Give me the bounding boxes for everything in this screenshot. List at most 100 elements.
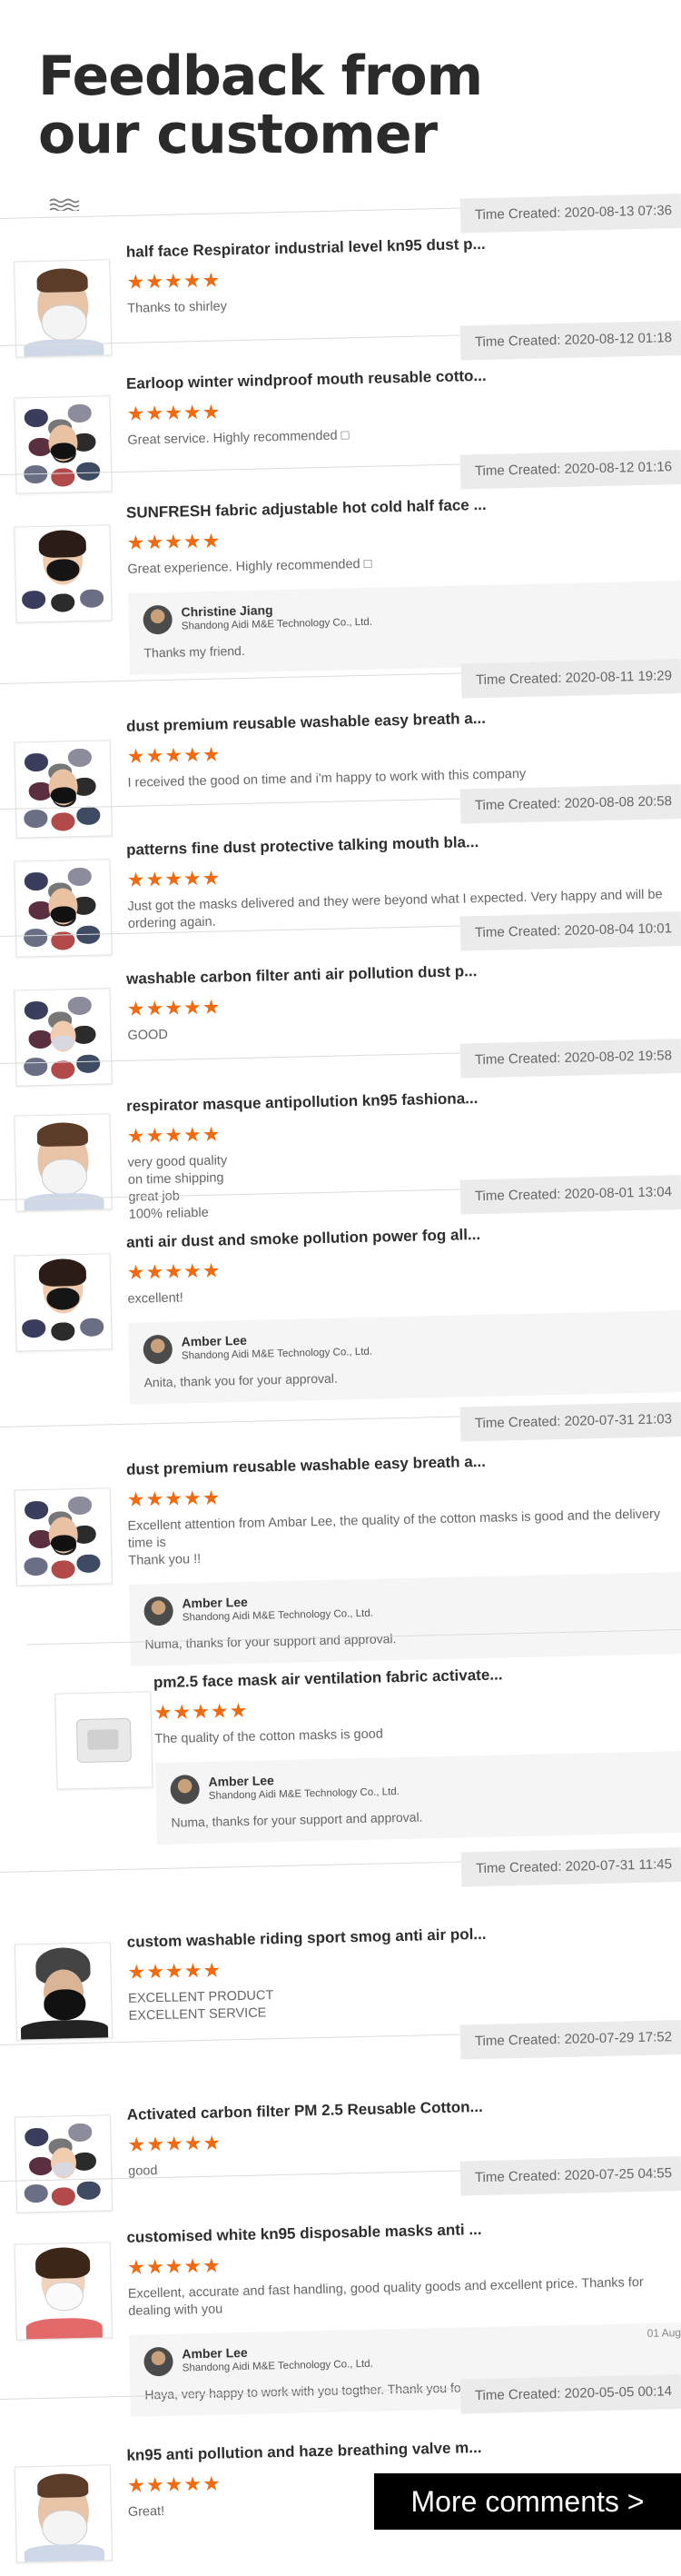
time-created-badge: Time Created: 2020-08-12 01:16	[459, 449, 681, 490]
star-icon: ★	[164, 1487, 184, 1510]
mask-item	[68, 2123, 93, 2143]
star-icon: ★	[202, 1486, 222, 1509]
star-icon: ★	[153, 1700, 173, 1725]
product-title-link[interactable]: Earloop winter windproof mouth reusable …	[126, 362, 681, 394]
product-title-link[interactable]: patterns fine dust protective talking mo…	[126, 828, 681, 860]
feedback-content: anti air dust and smoke pollution power …	[126, 1220, 681, 1405]
product-title-link[interactable]: SUNFRESH fabric adjustable hot cold half…	[126, 491, 681, 523]
star-rating: ★★★★★	[127, 2122, 681, 2155]
feedback-card: Time Created: 2020-08-12 01:16 SUNFRESH …	[0, 449, 681, 683]
product-title-link[interactable]: anti air dust and smoke pollution power …	[126, 1220, 681, 1253]
review-comment: EXCELLENT PRODUCT EXCELLENT SERVICE	[128, 1988, 274, 2024]
star-icon: ★	[164, 2472, 184, 2496]
star-icon: ★	[183, 2253, 203, 2278]
mask-item	[24, 752, 49, 772]
time-created-badge: Time Created: 2020-08-08 20:58	[459, 783, 681, 824]
mask-item	[24, 1557, 48, 1576]
avatar	[143, 1596, 174, 1626]
time-created-badge: Time Created: 2020-08-04 10:01	[459, 910, 681, 951]
product-thumbnail[interactable]	[54, 1691, 153, 1790]
product-thumbnail[interactable]	[14, 524, 113, 623]
feedback-content: Earloop winter windproof mouth reusable …	[126, 362, 681, 450]
review-comment: Great service. Highly recommended □	[127, 428, 350, 448]
filter-pad-layer	[87, 1729, 119, 1750]
product-title-link[interactable]: dust premium reusable washable easy brea…	[126, 704, 681, 737]
product-title-link[interactable]: half face Respirator industrial level kn…	[126, 230, 681, 263]
review-comment: The quality of the cotton masks is good	[154, 1726, 384, 1747]
star-icon: ★	[145, 743, 165, 768]
reply-text: Anita, thank you for your approval.	[143, 1370, 338, 1390]
mask-item	[43, 1988, 86, 2021]
mask-item	[41, 1158, 88, 1196]
star-icon: ★	[164, 743, 184, 767]
mask-item	[79, 1318, 104, 1338]
product-title-link[interactable]: custom washable riding sport smog anti a…	[127, 1920, 681, 1953]
star-icon: ★	[145, 1959, 166, 1984]
star-icon: ★	[202, 866, 222, 890]
mask-item	[28, 1029, 53, 1049]
star-icon: ★	[145, 1259, 165, 1284]
star-rating: ★★★★★	[127, 986, 681, 1019]
product-title-link[interactable]: respirator masque antipollution kn95 fas…	[126, 1084, 681, 1117]
mask-item	[24, 871, 49, 891]
star-icon: ★	[126, 744, 146, 768]
model-shirt	[24, 2543, 105, 2563]
reply-date: 01 Aug	[646, 2326, 681, 2340]
product-title-link[interactable]: Activated carbon filter PM 2.5 Reusable …	[127, 2093, 681, 2125]
product-thumbnail[interactable]	[14, 2464, 114, 2563]
feedback-card: Time Created: 2020-08-01 13:04 anti air …	[0, 1174, 681, 1405]
star-icon: ★	[183, 2472, 203, 2496]
mask-item	[25, 2127, 49, 2147]
product-thumbnail[interactable]	[14, 2242, 113, 2341]
mask-item	[24, 1000, 49, 1020]
model-hair	[36, 1121, 89, 1148]
star-icon: ★	[145, 2254, 165, 2279]
star-icon: ★	[126, 868, 146, 891]
feedback-card: Time Created: 2020-08-04 10:01 washable c…	[0, 910, 681, 1087]
star-icon: ★	[183, 866, 203, 890]
reply-company: Shandong Aidi M&E Technology Co., Ltd.	[208, 1786, 400, 1802]
feedback-content: pm2.5 face mask air ventilation fabric a…	[153, 1661, 681, 1845]
star-icon: ★	[126, 1260, 146, 1284]
star-icon: ★	[164, 1959, 185, 1983]
star-icon: ★	[126, 1124, 146, 1148]
product-title-link[interactable]: dust premium reusable washable easy brea…	[126, 1447, 681, 1480]
mask-item	[67, 996, 92, 1016]
star-icon: ★	[202, 2253, 222, 2277]
mask-item	[67, 867, 92, 887]
feedback-card: Time Created: 2020-08-12 01:18 Earloop wi…	[0, 320, 681, 494]
star-icon: ★	[191, 1699, 212, 1724]
star-icon: ★	[183, 995, 203, 1019]
star-icon: ★	[145, 530, 165, 554]
star-icon: ★	[164, 2254, 184, 2278]
product-thumbnail[interactable]	[14, 1253, 113, 1352]
reply-text: Numa, thanks for your support and approv…	[171, 1809, 423, 1830]
star-icon: ★	[164, 2132, 185, 2155]
star-icon: ★	[145, 401, 165, 425]
reply-company: Shandong Aidi M&E Technology Co., Ltd.	[182, 1607, 374, 1624]
star-rating: ★★★★★	[153, 1690, 681, 1724]
mask-item	[51, 593, 75, 612]
time-created-badge: Time Created: 2020-08-01 13:04	[459, 1174, 681, 1215]
time-created-badge: Time Created: 2020-08-13 07:36	[459, 193, 681, 234]
product-thumbnail[interactable]	[14, 1487, 113, 1586]
product-title-link[interactable]: washable carbon filter anti air pollutio…	[126, 957, 681, 990]
time-created-badge: Time Created: 2020-07-25 04:55	[459, 2155, 681, 2196]
model-shirt	[25, 2317, 103, 2341]
feedback-content: half face Respirator industrial level kn…	[126, 230, 681, 318]
seller-reply: Amber Lee Shandong Aidi M&E Technology Co…	[154, 1750, 681, 1845]
star-rating: ★★★★★	[126, 391, 681, 425]
star-icon: ★	[126, 531, 146, 554]
product-title-link[interactable]: kn95 anti pollution and haze breathing v…	[126, 2433, 681, 2466]
more-comments-button[interactable]: More comments >	[374, 2473, 681, 2530]
avatar	[170, 1775, 201, 1805]
time-created-badge: Time Created: 2020-07-29 17:52	[459, 2019, 681, 2060]
reply-company: Shandong Aidi M&E Technology Co., Ltd.	[181, 616, 373, 632]
product-title-link[interactable]: pm2.5 face mask air ventilation fabric a…	[153, 1661, 681, 1693]
feedback-card: Time Created: 2020-08-11 19:29 dust premi…	[0, 658, 681, 839]
product-thumbnail[interactable]	[14, 1942, 114, 2041]
feedback-card: Time Created: 2020-07-31 21:03 dust premi…	[0, 1401, 681, 1666]
product-title-link[interactable]: customised white kn95 disposable masks a…	[126, 2215, 681, 2248]
star-rating: ★★★★★	[126, 259, 681, 293]
star-icon: ★	[145, 1123, 165, 1148]
